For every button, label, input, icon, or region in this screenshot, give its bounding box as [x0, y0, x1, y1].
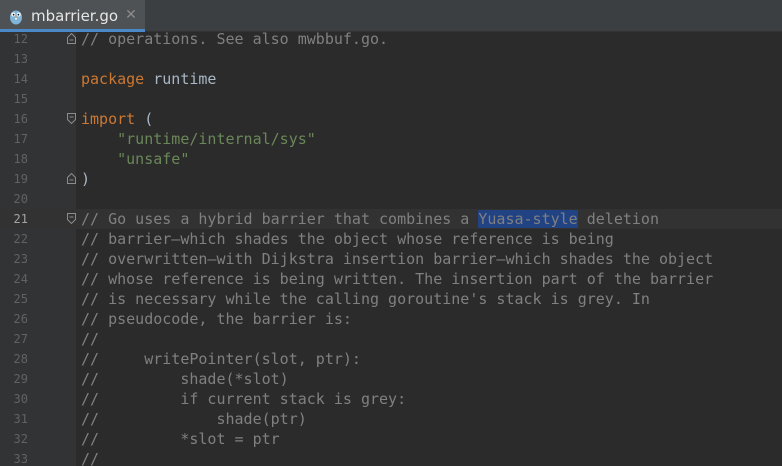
code-text: // barrier—which shades the object whose…: [81, 229, 614, 249]
fold-start-icon[interactable]: [67, 113, 76, 124]
code-line[interactable]: 17 "runtime/internal/sys": [0, 129, 782, 149]
code-line[interactable]: 32 // *slot = ptr: [0, 429, 782, 449]
code-line[interactable]: 22 // barrier—which shades the object who…: [0, 229, 782, 249]
line-number: 27: [13, 332, 28, 346]
fold-end-icon[interactable]: [67, 173, 76, 184]
code-token: ): [81, 170, 91, 188]
line-number: 25: [13, 292, 28, 306]
code-token: (: [135, 110, 154, 128]
code-text: // *slot = ptr: [81, 429, 280, 449]
line-number: 13: [13, 52, 28, 66]
code-text: // whose reference is being written. The…: [81, 269, 713, 289]
line-number: 17: [13, 132, 28, 146]
code-token: // if current stack is grey:: [81, 390, 407, 408]
code-text: // writePointer(slot, ptr):: [81, 349, 361, 369]
tab-mbarrier-go[interactable]: mbarrier.go ✕: [0, 0, 145, 32]
ide-window: mbarrier.go ✕ 12 // operations. See also …: [0, 0, 782, 466]
line-number: 29: [13, 372, 28, 386]
code-text: // shade(*slot): [81, 369, 289, 389]
code-line[interactable]: 27 //: [0, 329, 782, 349]
selected-text: Yuasa-style: [478, 210, 578, 228]
code-text: // if current stack is grey:: [81, 389, 406, 409]
code-text: "runtime/internal/sys": [81, 129, 316, 149]
code-text: // is necessary while the calling gorout…: [81, 289, 650, 309]
code-text: // shade(ptr): [81, 409, 307, 429]
code-token: //: [81, 330, 100, 348]
code-line[interactable]: 18 "unsafe": [0, 149, 782, 169]
tab-label: mbarrier.go: [31, 7, 119, 25]
code-text: // operations. See also mwbbuf.go.: [81, 29, 388, 49]
code-line[interactable]: 21 // Go uses a hybrid barrier that combi…: [0, 209, 782, 229]
code-text: import (: [81, 109, 153, 129]
line-number: 15: [13, 92, 28, 106]
code-token: "runtime/internal/sys": [117, 130, 316, 148]
code-token: // pseudocode, the barrier is:: [81, 310, 352, 328]
code-line[interactable]: 23 // overwritten—with Dijkstra insertion…: [0, 249, 782, 269]
line-number: 24: [13, 272, 28, 286]
line-number: 16: [13, 112, 28, 126]
line-number: 23: [13, 252, 28, 266]
line-number: 19: [13, 172, 28, 186]
code-token: // Go uses a hybrid barrier that combine…: [81, 210, 479, 228]
code-line[interactable]: 14 package runtime: [0, 69, 782, 89]
code-line[interactable]: 15: [0, 89, 782, 109]
code-text: "unsafe": [81, 149, 189, 169]
code-text: ): [81, 169, 90, 189]
code-token: // operations. See also mwbbuf.go.: [81, 30, 389, 48]
code-token: // writePointer(slot, ptr):: [81, 350, 361, 368]
code-token: // is necessary while the calling gorout…: [81, 290, 650, 308]
code-token: //: [81, 450, 100, 466]
line-number: 21: [13, 212, 28, 226]
code-token: // shade(ptr): [81, 410, 307, 428]
code-token: // whose reference is being written. The…: [81, 270, 714, 288]
go-gopher-icon: [10, 10, 22, 25]
line-number: 31: [13, 412, 28, 426]
code-line[interactable]: 26 // pseudocode, the barrier is:: [0, 309, 782, 329]
code-line[interactable]: 12 // operations. See also mwbbuf.go.: [0, 29, 782, 49]
code-editor[interactable]: 12 // operations. See also mwbbuf.go. 13 14…: [0, 29, 782, 466]
line-number: 14: [13, 72, 28, 86]
code-token: package: [81, 70, 145, 88]
line-number: 26: [13, 312, 28, 326]
code-line[interactable]: 29 // shade(*slot): [0, 369, 782, 389]
code-token: // *slot = ptr: [81, 430, 280, 448]
code-token: runtime: [144, 70, 217, 88]
line-number: 33: [13, 452, 28, 466]
code-line[interactable]: 13: [0, 49, 782, 69]
code-line[interactable]: 24 // whose reference is being written. T…: [0, 269, 782, 289]
code-token: deletion: [577, 210, 659, 228]
code-line[interactable]: 16 import (: [0, 109, 782, 129]
code-token: // shade(*slot): [81, 370, 289, 388]
fold-start-icon[interactable]: [67, 213, 76, 224]
line-number: 32: [13, 432, 28, 446]
line-number: 18: [13, 152, 28, 166]
close-icon[interactable]: ✕: [125, 7, 137, 23]
line-number: 20: [13, 192, 28, 206]
code-text: // Go uses a hybrid barrier that combine…: [81, 209, 659, 229]
code-token: import: [81, 110, 136, 128]
code-token: // overwritten—with Dijkstra insertion b…: [81, 250, 714, 268]
code-text: package runtime: [81, 69, 216, 89]
code-token: "unsafe": [117, 150, 190, 168]
fold-end-icon[interactable]: [67, 33, 76, 44]
code-text: // overwritten—with Dijkstra insertion b…: [81, 249, 713, 269]
code-line[interactable]: 33 //: [0, 449, 782, 466]
code-text: //: [81, 449, 99, 466]
code-line[interactable]: 28 // writePointer(slot, ptr):: [0, 349, 782, 369]
editor-tab-bar: mbarrier.go ✕: [0, 0, 782, 32]
code-line[interactable]: 20: [0, 189, 782, 209]
line-number: 28: [13, 352, 28, 366]
code-line[interactable]: 25 // is necessary while the calling goro…: [0, 289, 782, 309]
code-text: // pseudocode, the barrier is:: [81, 309, 352, 329]
code-line[interactable]: 31 // shade(ptr): [0, 409, 782, 429]
line-number: 22: [13, 232, 28, 246]
line-number: 30: [13, 392, 28, 406]
line-number: 12: [13, 32, 28, 46]
code-token: // barrier—which shades the object whose…: [81, 230, 614, 248]
code-line[interactable]: 19): [0, 169, 782, 189]
code-line[interactable]: 30 // if current stack is grey:: [0, 389, 782, 409]
code-text: //: [81, 329, 99, 349]
